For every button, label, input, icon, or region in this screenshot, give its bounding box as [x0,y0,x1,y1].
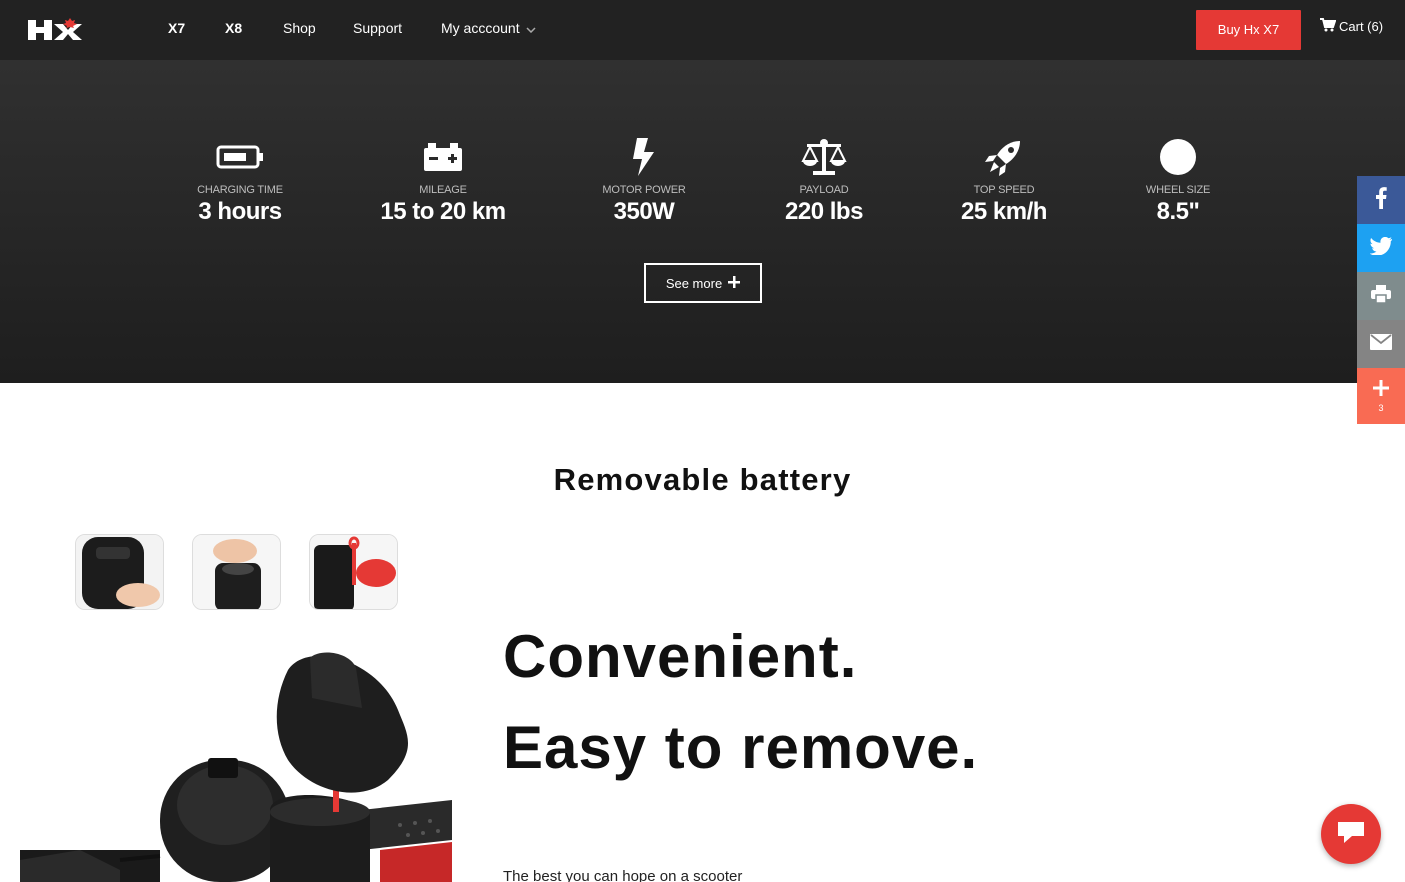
spec-charging-time: CHARGING TIME 3 hours [160,136,320,226]
my-account-label: My acccount [441,20,520,36]
twitter-icon [1369,236,1394,260]
nav-link-x7[interactable]: X7 [168,0,185,56]
cart-icon [1320,18,1337,35]
more-share-button[interactable]: 3 [1357,368,1405,424]
spec-label: PAYLOAD [799,184,849,196]
battery-thumbnail-2[interactable] [192,534,281,610]
battery-thumbnail-1[interactable] [75,534,164,610]
spec-wheel-size: WHEEL SIZE 8.5" [1098,136,1258,226]
spec-label: MILEAGE [419,184,467,196]
spec-value: 220 lbs [785,198,863,225]
chat-bubble-icon [1336,819,1366,850]
bolt-icon [564,136,724,178]
spec-label: TOP SPEED [973,184,1035,196]
spec-motor-power: MOTOR POWER 350W [564,136,724,226]
print-icon [1371,284,1391,308]
spec-value: 25 km/h [961,198,1047,225]
spec-value: 8.5" [1156,198,1200,225]
scooter-battery-image [20,640,452,882]
headline-line-1: Convenient. [503,623,858,690]
email-share-button[interactable] [1357,320,1405,368]
balance-scale-icon [744,136,904,178]
nav-link-support[interactable]: Support [353,0,402,56]
specs-section: CHARGING TIME 3 hours MILEAGE 15 to 20 k… [0,60,1405,383]
spec-top-speed: TOP SPEED 25 km/h [924,136,1084,226]
spec-label: WHEEL SIZE [1145,184,1211,196]
cart-label: Cart (6) [1339,19,1384,34]
top-navbar: X7 X8 Shop Support My acccount Buy Hx X7… [0,0,1405,60]
nav-link-my-account[interactable]: My acccount [441,0,536,56]
spec-mileage: MILEAGE 15 to 20 km [363,136,523,226]
subtext: The best you can hope on a scooter [503,868,743,882]
spec-label: MOTOR POWER [602,184,686,196]
chevron-down-icon [526,0,536,56]
battery-thumbnail-3[interactable] [309,534,398,610]
circle-icon [1098,136,1258,178]
battery-icon [160,136,320,178]
headline-line-2: Easy to remove. [503,714,979,781]
see-more-label: See more [665,275,723,291]
plus-icon [1373,379,1389,401]
facebook-icon [1375,186,1387,214]
buy-button[interactable]: Buy Hx X7 [1196,10,1301,50]
nav-link-shop[interactable]: Shop [283,0,316,56]
spec-value: 3 hours [198,198,282,225]
brand-logo[interactable] [26,16,94,44]
twitter-share-button[interactable] [1357,224,1405,272]
see-more-button[interactable]: See more [644,263,762,303]
spec-value: 15 to 20 km [380,198,506,225]
facebook-share-button[interactable] [1357,176,1405,224]
social-share-bar: 3 [1357,176,1405,424]
email-icon [1370,333,1392,355]
section-title: Removable battery [553,462,852,497]
car-battery-icon [363,136,523,178]
print-share-button[interactable] [1357,272,1405,320]
chat-widget-button[interactable] [1321,804,1381,864]
spec-label: CHARGING TIME [197,184,283,196]
share-count: 3 [1378,402,1384,413]
spec-payload: PAYLOAD 220 lbs [744,136,904,226]
spec-value: 350W [613,198,675,225]
rocket-icon [924,136,1084,178]
cart-link[interactable]: Cart (6) [1320,18,1383,35]
plus-icon [728,275,741,291]
nav-link-x8[interactable]: X8 [225,0,242,56]
